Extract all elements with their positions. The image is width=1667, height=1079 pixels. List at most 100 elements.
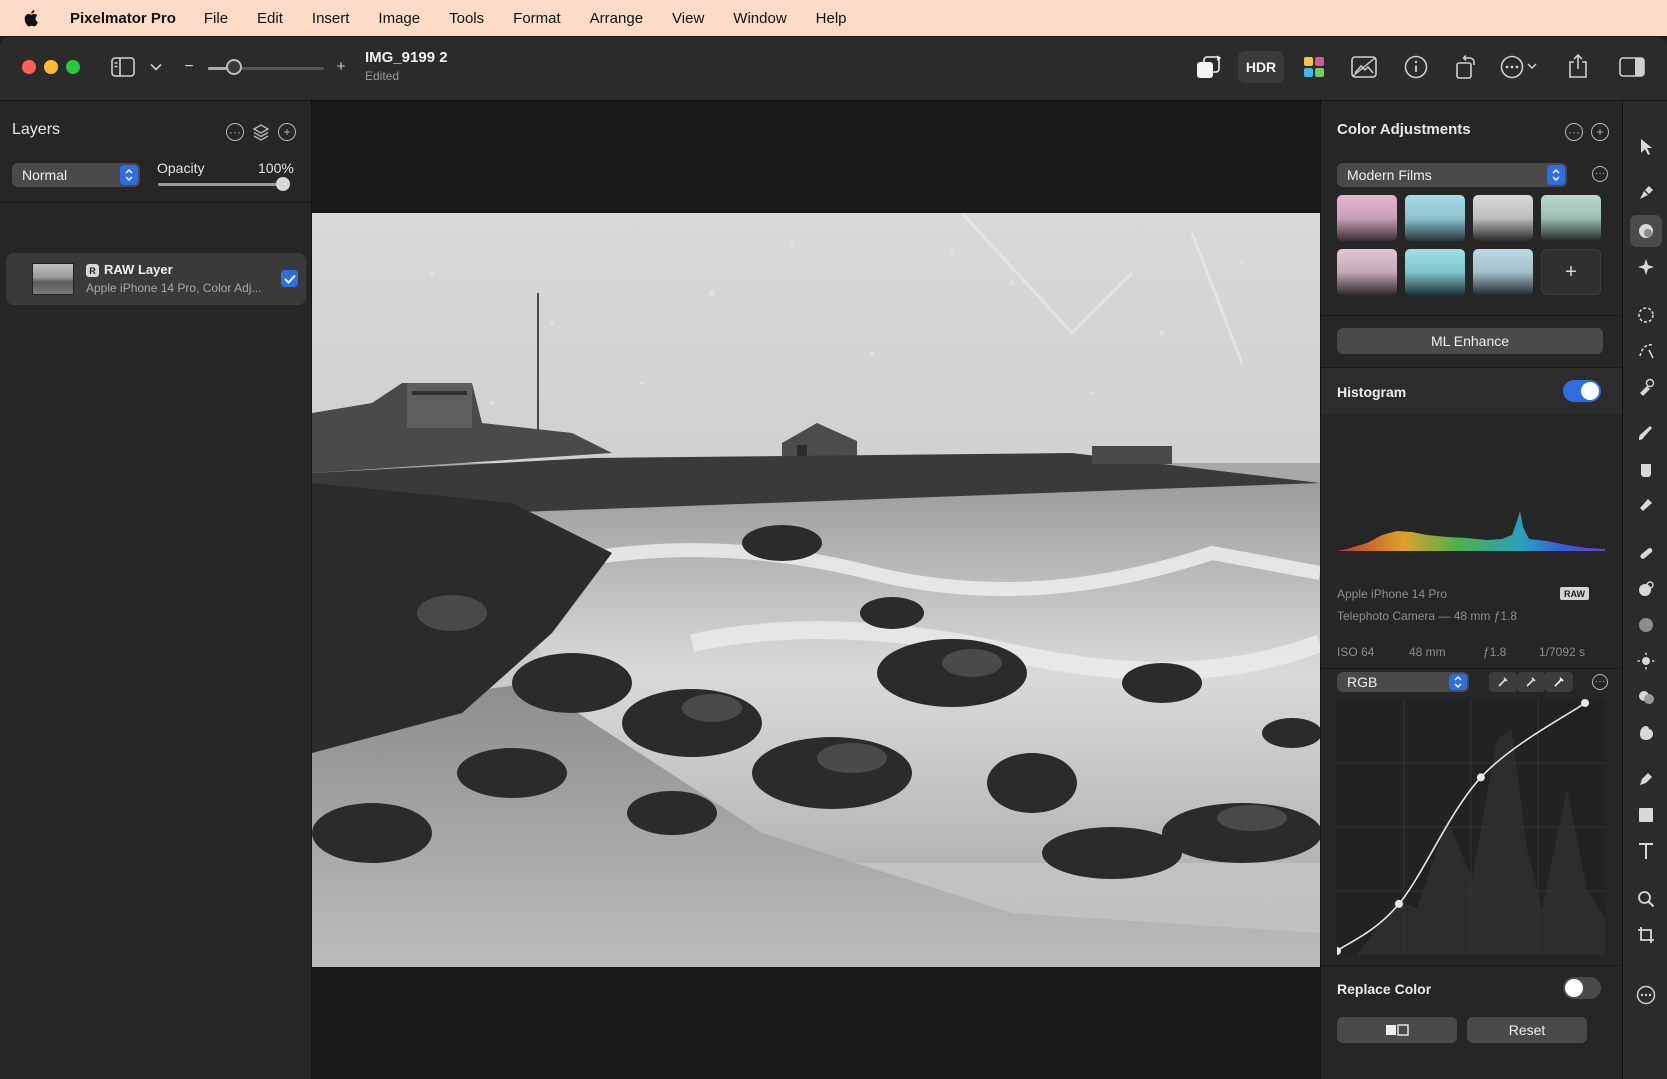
curves-options-icon[interactable]: ···	[1592, 674, 1608, 690]
photo-image	[312, 213, 1320, 967]
warp-tool-icon[interactable]	[1630, 717, 1662, 749]
preset-thumbnail[interactable]	[1405, 249, 1465, 295]
black-point-picker-icon[interactable]	[1489, 672, 1517, 692]
zoom-out-icon[interactable]: −	[182, 58, 196, 75]
menu-window[interactable]: Window	[733, 10, 786, 27]
menu-format[interactable]: Format	[513, 10, 561, 27]
more-options-icon[interactable]	[1500, 54, 1540, 80]
erase-tool-icon[interactable]	[1630, 489, 1662, 521]
histogram-toggle[interactable]	[1563, 380, 1601, 402]
paint-tool-icon[interactable]	[1630, 417, 1662, 449]
pen-tool-icon[interactable]	[1630, 763, 1662, 795]
arrange-layers-icon[interactable]	[1194, 53, 1224, 81]
white-point-picker-icon[interactable]	[1545, 672, 1573, 692]
sharpen-blur-tool-icon[interactable]	[1630, 609, 1662, 641]
chevron-down-icon[interactable]	[148, 59, 164, 75]
zoom-tool-icon[interactable]	[1630, 883, 1662, 915]
share-icon[interactable]	[1566, 51, 1590, 81]
layer-visibility-checkbox[interactable]	[281, 270, 298, 287]
zoom-slider-knob[interactable]	[225, 59, 242, 75]
color-adjust-tool-icon[interactable]	[1630, 215, 1662, 247]
inspector-toggle-icon[interactable]	[1618, 55, 1646, 79]
layer-thumbnail	[32, 263, 74, 295]
opacity-slider-knob[interactable]	[276, 177, 290, 191]
sidebar-toggle-icon[interactable]	[110, 55, 136, 79]
preset-thumbnail[interactable]	[1473, 249, 1533, 295]
zoom-window-button[interactable]	[66, 60, 80, 74]
type-tool-icon[interactable]	[1630, 835, 1662, 867]
menu-image[interactable]: Image	[378, 10, 420, 27]
close-window-button[interactable]	[22, 60, 36, 74]
updown-chevron-icon	[1547, 165, 1565, 185]
ml-enhance-button[interactable]: ML Enhance	[1337, 328, 1603, 354]
replace-color-toggle[interactable]	[1563, 977, 1601, 999]
document-status: Edited	[365, 69, 400, 83]
toolbar: − + IMG_9199 2 Edited HDR	[0, 37, 1667, 101]
menu-view[interactable]: View	[672, 10, 704, 27]
curves-chart[interactable]	[1333, 699, 1605, 955]
menu-help[interactable]: Help	[816, 10, 847, 27]
image-canvas[interactable]	[312, 101, 1320, 1079]
menu-insert[interactable]: Insert	[312, 10, 350, 27]
toggle-knob	[1581, 382, 1599, 400]
clone-tool-icon[interactable]	[1630, 573, 1662, 605]
preset-category-select[interactable]: Modern Films	[1337, 163, 1567, 187]
style-tool-icon[interactable]	[1630, 177, 1662, 209]
layers-options-icon[interactable]: ···	[226, 123, 244, 141]
info-icon[interactable]	[1403, 54, 1429, 80]
more-tools-icon[interactable]	[1630, 979, 1662, 1011]
zoom-in-icon[interactable]: +	[334, 58, 348, 75]
arrange-tool-icon[interactable]	[1630, 131, 1662, 163]
lens-info: Telephoto Camera — 48 mm ƒ1.8	[1337, 609, 1518, 623]
shape-tool-icon[interactable]	[1630, 799, 1662, 831]
toggle-knob	[1565, 979, 1583, 997]
rotate-icon[interactable]	[1453, 53, 1479, 81]
curve-control-point[interactable]	[1476, 773, 1485, 782]
menu-bar: Pixelmator Pro File Edit Insert Image To…	[0, 0, 1667, 36]
preset-thumbnail[interactable]	[1541, 195, 1601, 241]
smart-selection-tool-icon[interactable]	[1630, 335, 1662, 367]
layer-row[interactable]: R RAW Layer Apple iPhone 14 Pro, Color A…	[6, 253, 306, 305]
preset-thumbnail[interactable]	[1337, 195, 1397, 241]
curves-channel-value: RGB	[1347, 674, 1378, 690]
reset-button[interactable]: Reset	[1467, 1017, 1587, 1043]
hdr-button[interactable]: HDR	[1238, 51, 1284, 83]
color-palette-icon[interactable]	[1302, 55, 1326, 79]
menu-tools[interactable]: Tools	[449, 10, 484, 27]
minimize-window-button[interactable]	[44, 60, 58, 74]
curves-channel-select[interactable]: RGB	[1337, 672, 1469, 692]
preset-options-icon[interactable]: ···	[1592, 166, 1608, 182]
adjustments-options-icon[interactable]: ···	[1565, 123, 1583, 141]
menu-edit[interactable]: Edit	[257, 10, 283, 27]
app-window: − + IMG_9199 2 Edited HDR Layers ··· + N…	[0, 37, 1667, 1079]
color-selection-tool-icon[interactable]	[1630, 371, 1662, 403]
fill-tool-icon[interactable]	[1630, 453, 1662, 485]
layers-stack-icon[interactable]	[251, 122, 271, 142]
retouch-tool-icon[interactable]	[1630, 537, 1662, 569]
gray-point-picker-icon[interactable]	[1517, 672, 1545, 692]
lighten-darken-tool-icon[interactable]	[1630, 645, 1662, 677]
preset-thumbnail[interactable]	[1473, 195, 1533, 241]
preset-thumbnail[interactable]	[1405, 195, 1465, 241]
compare-view-icon[interactable]	[1350, 54, 1378, 80]
apple-icon[interactable]	[24, 9, 40, 27]
curve-control-point[interactable]	[1395, 899, 1403, 908]
layers-panel: Layers ··· + Normal Opacity 100% R RAW L…	[0, 101, 312, 1079]
sponge-tool-icon[interactable]	[1630, 681, 1662, 713]
menu-app-name[interactable]: Pixelmator Pro	[70, 10, 176, 27]
blend-mode-select[interactable]: Normal	[12, 163, 140, 187]
selection-tool-icon[interactable]	[1630, 299, 1662, 331]
effects-tool-icon[interactable]	[1630, 251, 1662, 283]
add-preset-button[interactable]: +	[1541, 249, 1601, 295]
menu-file[interactable]: File	[204, 10, 228, 27]
opacity-slider[interactable]	[158, 183, 288, 186]
add-adjustment-icon[interactable]: +	[1591, 123, 1609, 141]
exif-aperture: ƒ1.8	[1483, 645, 1507, 659]
curve-control-point[interactable]	[1581, 699, 1589, 707]
crop-tool-icon[interactable]	[1630, 919, 1662, 951]
compare-original-button[interactable]	[1337, 1017, 1457, 1043]
preset-thumbnail[interactable]	[1337, 249, 1397, 295]
add-layer-icon[interactable]: +	[278, 123, 296, 141]
menu-arrange[interactable]: Arrange	[590, 10, 643, 27]
layer-subtitle: Apple iPhone 14 Pro, Color Adj...	[86, 281, 262, 295]
